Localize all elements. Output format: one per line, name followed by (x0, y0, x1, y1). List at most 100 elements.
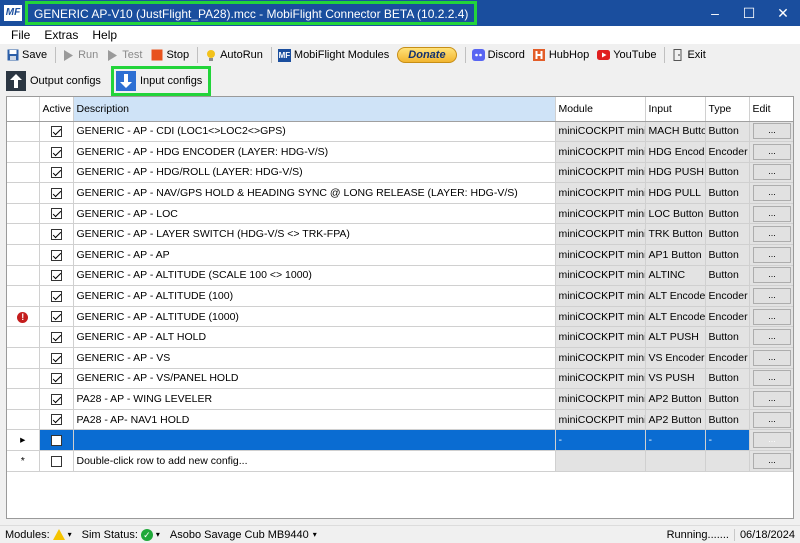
description-cell[interactable]: GENERIC - AP - LAYER SWITCH (HDG-V/S <> … (73, 223, 556, 246)
active-checkbox[interactable] (50, 208, 62, 220)
active-checkbox[interactable] (50, 146, 62, 158)
active-cell[interactable] (39, 347, 74, 369)
active-checkbox[interactable] (50, 249, 62, 261)
discord-button[interactable]: Discord (471, 49, 525, 62)
active-checkbox[interactable] (50, 290, 62, 302)
active-checkbox[interactable] (50, 434, 62, 446)
maximize-button[interactable]: ☐ (732, 0, 766, 26)
row-header[interactable] (7, 368, 40, 390)
edit-button[interactable]: ... (753, 143, 791, 160)
table-row[interactable]: GENERIC - AP - AP miniCOCKPIT miniFCUAP1 … (7, 244, 793, 266)
description-cell[interactable]: PA28 - AP- NAV1 HOLD (73, 409, 556, 431)
table-row[interactable]: GENERIC - AP - HDG ENCODER (LAYER: HDG-V… (7, 141, 793, 163)
column-header-input[interactable]: Input (645, 97, 706, 122)
description-cell[interactable]: GENERIC - AP - VS/PANEL HOLD (73, 368, 556, 390)
edit-button[interactable]: ... (753, 432, 791, 449)
test-button[interactable]: Test (106, 49, 142, 62)
edit-button[interactable]: ... (753, 267, 791, 284)
tab-input-configs[interactable]: Input configs (110, 66, 212, 96)
description-cell[interactable] (73, 429, 556, 451)
edit-button[interactable]: ... (753, 452, 791, 469)
close-button[interactable]: ✕ (766, 0, 800, 26)
table-row[interactable]: GENERIC - AP - LOC miniCOCKPIT miniFCULOC… (7, 203, 793, 225)
hubhop-button[interactable]: HubHop (533, 49, 589, 62)
edit-button[interactable]: ... (753, 164, 791, 181)
column-header-description[interactable]: Description (73, 97, 556, 122)
active-cell[interactable] (39, 182, 74, 204)
aircraft-status[interactable]: Asobo Savage Cub MB9440 ▾ (165, 529, 322, 541)
row-header[interactable] (7, 203, 40, 225)
active-cell[interactable] (39, 265, 74, 287)
edit-button[interactable]: ... (753, 411, 791, 428)
row-header[interactable]: ! (7, 306, 40, 328)
exit-button[interactable]: Exit (671, 49, 706, 62)
row-header[interactable] (7, 244, 40, 266)
save-button[interactable]: Save (6, 49, 47, 62)
active-cell[interactable] (39, 203, 74, 225)
edit-button[interactable]: ... (753, 370, 791, 387)
edit-button[interactable]: ... (753, 308, 791, 325)
donate-button[interactable]: Donate (397, 47, 457, 63)
description-cell[interactable]: GENERIC - AP - AP (73, 244, 556, 266)
row-header[interactable] (7, 265, 40, 287)
row-header[interactable] (7, 347, 40, 369)
modules-status[interactable]: Modules: ▾ (0, 529, 77, 541)
menu-help[interactable]: Help (85, 28, 124, 42)
table-row[interactable]: GENERIC - AP - ALTITUDE (SCALE 100 <> 10… (7, 265, 793, 287)
active-cell[interactable] (39, 450, 74, 472)
description-cell[interactable]: GENERIC - AP - NAV/GPS HOLD & HEADING SY… (73, 182, 556, 204)
table-row[interactable]: PA28 - AP - WING LEVELER miniCOCKPIT mini… (7, 388, 793, 410)
description-cell[interactable]: GENERIC - AP - ALTITUDE (1000) (73, 306, 556, 328)
minimize-button[interactable]: – (698, 0, 732, 26)
edit-button[interactable]: ... (753, 391, 791, 408)
table-row[interactable]: PA28 - AP- NAV1 HOLD miniCOCKPIT miniFCUA… (7, 409, 793, 431)
mobiflight-modules-button[interactable]: MF MobiFlight Modules (277, 48, 389, 62)
autorun-button[interactable]: AutoRun (204, 49, 263, 62)
active-checkbox[interactable] (50, 167, 62, 179)
description-cell[interactable]: GENERIC - AP - CDI (LOC1<>LOC2<>GPS) (73, 121, 556, 143)
edit-button[interactable]: ... (753, 288, 791, 305)
active-cell[interactable] (39, 285, 74, 307)
active-cell[interactable] (39, 141, 74, 163)
row-header[interactable]: ▸ (7, 429, 40, 451)
active-cell[interactable] (39, 326, 74, 349)
menu-extras[interactable]: Extras (37, 28, 85, 42)
row-header[interactable] (7, 223, 40, 246)
active-checkbox[interactable] (50, 331, 62, 343)
table-row[interactable]: GENERIC - AP - HDG/ROLL (LAYER: HDG-V/S)… (7, 162, 793, 184)
run-button[interactable]: Run (62, 49, 98, 62)
row-header[interactable] (7, 388, 40, 410)
sim-status[interactable]: Sim Status: ✓ ▾ (77, 528, 165, 541)
table-row[interactable]: GENERIC - AP - LAYER SWITCH (HDG-V/S <> … (7, 223, 793, 246)
active-checkbox[interactable] (50, 126, 62, 138)
active-checkbox[interactable] (50, 311, 62, 323)
row-header[interactable] (7, 409, 40, 431)
description-cell[interactable]: GENERIC - AP - ALTITUDE (100) (73, 285, 556, 307)
active-checkbox[interactable] (50, 270, 62, 282)
active-checkbox[interactable] (50, 373, 62, 385)
table-row[interactable]: GENERIC - AP - NAV/GPS HOLD & HEADING SY… (7, 182, 793, 204)
column-header-edit[interactable]: Edit (749, 97, 793, 122)
table-row[interactable]: GENERIC - AP - VS/PANEL HOLD miniCOCKPIT … (7, 368, 793, 390)
table-row-new[interactable]: * Double-click row to add new config.....… (7, 450, 793, 472)
column-header-type[interactable]: Type (705, 97, 750, 122)
edit-button[interactable]: ... (753, 349, 791, 366)
table-row[interactable]: GENERIC - AP - ALT HOLD miniCOCKPIT miniF… (7, 326, 793, 349)
description-cell[interactable]: GENERIC - AP - ALT HOLD (73, 326, 556, 349)
active-checkbox[interactable] (50, 187, 62, 199)
column-header-module[interactable]: Module (555, 97, 646, 122)
edit-button[interactable]: ... (753, 185, 791, 202)
active-cell[interactable] (39, 223, 74, 246)
table-row[interactable]: GENERIC - AP - ALTITUDE (100) miniCOCKPIT… (7, 285, 793, 307)
youtube-button[interactable]: YouTube (597, 49, 656, 62)
tab-output-configs[interactable]: Output configs (6, 68, 105, 94)
row-header[interactable] (7, 121, 40, 143)
row-header[interactable] (7, 162, 40, 184)
active-checkbox[interactable] (50, 393, 62, 405)
description-cell[interactable]: GENERIC - AP - HDG ENCODER (LAYER: HDG-V… (73, 141, 556, 163)
active-cell[interactable] (39, 162, 74, 184)
description-cell[interactable]: GENERIC - AP - HDG/ROLL (LAYER: HDG-V/S) (73, 162, 556, 184)
description-cell[interactable]: PA28 - AP - WING LEVELER (73, 388, 556, 410)
column-header-active[interactable]: Active (39, 97, 74, 122)
table-row-selected[interactable]: ▸ - - -... (7, 429, 793, 451)
